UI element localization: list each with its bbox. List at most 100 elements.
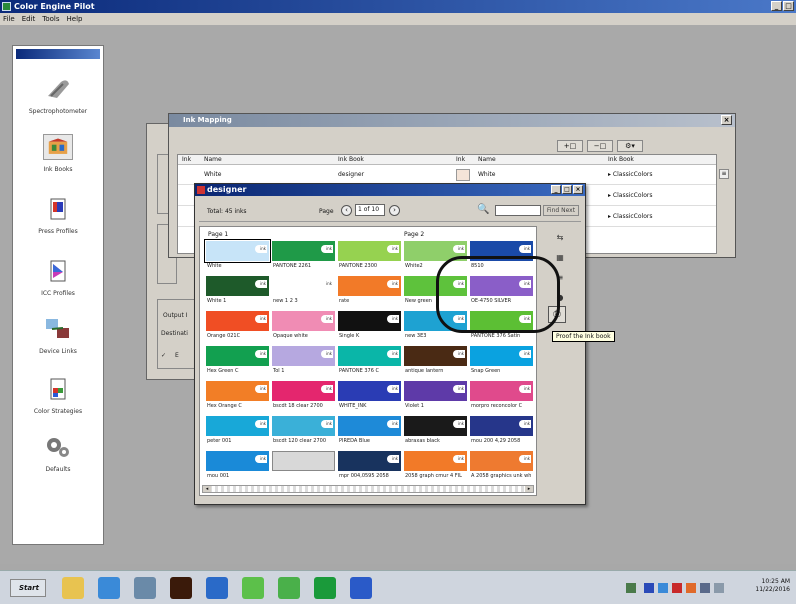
ink-swatch[interactable]: ink Snap Green xyxy=(470,346,535,378)
tray-display-icon[interactable] xyxy=(700,583,710,593)
swatch-name: 2058 graph cmur 4 FIL xyxy=(405,473,462,479)
find-next-button[interactable]: Find Next xyxy=(543,205,579,216)
ink-swatch[interactable]: ink abraxas black xyxy=(404,416,469,448)
swatch-color: ink xyxy=(338,451,401,471)
ink-swatch[interactable]: ink White 1 xyxy=(206,276,271,308)
green-app-1-icon[interactable] xyxy=(242,577,264,599)
minimize-button[interactable]: _ xyxy=(551,185,561,194)
ink-swatch[interactable]: ink Opaque white xyxy=(272,311,337,343)
maximize-button[interactable]: □ xyxy=(562,185,572,194)
search-input[interactable] xyxy=(495,205,541,216)
swatch-name: mou 001 xyxy=(207,473,230,479)
horizontal-scrollbar[interactable]: ◂ ▸ xyxy=(202,485,534,493)
color-engine-icon[interactable] xyxy=(314,577,336,599)
tray-power-icon[interactable] xyxy=(686,583,696,593)
ink-swatch[interactable]: ink antique lantern xyxy=(404,346,469,378)
ink-swatch[interactable]: ink peter 001 xyxy=(206,416,271,448)
tray-m-icon[interactable] xyxy=(644,583,654,593)
add-button[interactable]: +□ xyxy=(557,140,583,152)
scroll-left-button[interactable]: ◂ xyxy=(203,486,211,492)
ink-tag-icon: ink xyxy=(255,350,267,358)
ink-swatch[interactable]: ink PANTONE 376 C xyxy=(338,346,403,378)
page-input[interactable]: 1 of 10 xyxy=(355,204,385,216)
ink-swatch[interactable]: ink Orange 021C xyxy=(206,311,271,343)
tray-app-icon[interactable] xyxy=(626,583,636,593)
maximize-button[interactable]: □ xyxy=(783,1,794,11)
table-row[interactable]: White designer White ▸ ClassicColors xyxy=(178,165,716,185)
search-icon[interactable]: 🔍 xyxy=(477,204,489,215)
ink-swatch[interactable]: ink PANTONE 2300 xyxy=(338,241,403,273)
arrange-icon[interactable]: ⇆ xyxy=(551,232,569,244)
ink-swatch[interactable]: ink bscdt 18 clear 2700 xyxy=(272,381,337,413)
swatch-name: WHITE_INK xyxy=(339,403,367,409)
ink-swatch[interactable]: ink 2058 graph cmur 4 FIL xyxy=(404,451,469,483)
ink-swatch[interactable]: ink Hex Orange C xyxy=(206,381,271,413)
ink-swatch[interactable]: ink mou 200 4,29 2058 xyxy=(470,416,535,448)
sidebar-item-icc-profiles[interactable]: ICC Profiles xyxy=(13,258,103,297)
ink-swatch[interactable]: ink Hex Green C xyxy=(206,346,271,378)
swatch-color: ink xyxy=(272,241,335,261)
ink-swatch[interactable]: ink PANTONE 2261 xyxy=(272,241,337,273)
color-app-icon[interactable] xyxy=(206,577,228,599)
ink-swatch[interactable]: ink new 1 2 3 xyxy=(272,276,337,308)
menu-file[interactable]: File xyxy=(3,15,15,23)
illustrator-icon[interactable] xyxy=(170,577,192,599)
close-button[interactable]: × xyxy=(573,185,583,194)
ink-swatch[interactable]: ink Tol 1 xyxy=(272,346,337,378)
remove-button[interactable]: −□ xyxy=(587,140,613,152)
ink-swatch[interactable] xyxy=(272,451,337,483)
next-page-button[interactable]: › xyxy=(389,205,400,216)
media-icon[interactable] xyxy=(98,577,120,599)
page-1-label: Page 1 xyxy=(208,231,229,238)
ink-swatch[interactable]: ink WHITE_INK xyxy=(338,381,403,413)
ink-tag-icon: ink xyxy=(387,350,399,358)
ink-swatch[interactable]: ink Single K xyxy=(338,311,403,343)
ink-tag-icon: ink xyxy=(387,280,399,288)
ink-tag-icon: ink xyxy=(255,385,267,393)
swatch-color: ink xyxy=(272,276,335,296)
ink-tag-icon: ink xyxy=(519,420,531,428)
menu-help[interactable]: Help xyxy=(67,15,83,23)
sidebar-item-device-links[interactable]: Device Links xyxy=(13,316,103,355)
grid-view-icon[interactable]: ▦ xyxy=(551,252,569,264)
network-icon[interactable] xyxy=(134,577,156,599)
help-icon[interactable] xyxy=(350,577,372,599)
ink-swatch[interactable]: ink mpr 004,0595 2058 xyxy=(338,451,403,483)
file-explorer-icon[interactable] xyxy=(62,577,84,599)
ink-tag-icon: ink xyxy=(519,350,531,358)
clock[interactable]: 10:25 AM 11/22/2016 xyxy=(755,578,790,594)
gear-icon[interactable]: ⚙▾ xyxy=(617,140,643,152)
scroll-right-button[interactable]: ▸ xyxy=(525,486,533,492)
ink-swatch[interactable]: ink PIREDA Blue xyxy=(338,416,403,448)
ink-swatch[interactable]: ink A 2058 graphics unk wh xyxy=(470,451,535,483)
system-tray: 10:25 AM 11/22/2016 xyxy=(606,576,792,600)
expand-button[interactable]: ≡ xyxy=(719,169,729,179)
tray-volume-icon[interactable] xyxy=(714,583,724,593)
swatch-color: ink xyxy=(404,346,467,366)
ink-swatch[interactable]: ink rate xyxy=(338,276,403,308)
tray-alert-icon[interactable] xyxy=(672,583,682,593)
ink-swatch[interactable]: ink morpro reconcolor C xyxy=(470,381,535,413)
sidebar-item-spectrophotometer[interactable]: Spectrophotometer xyxy=(13,76,103,115)
sidebar-item-color-strategies[interactable]: Color Strategies xyxy=(13,376,103,415)
ink-tag-icon: ink xyxy=(321,245,333,253)
prev-page-button[interactable]: ‹ xyxy=(341,205,352,216)
ink-swatch[interactable]: ink bscdt 120 clear 2700 xyxy=(272,416,337,448)
sidebar-item-defaults[interactable]: Defaults xyxy=(13,434,103,473)
menu-edit[interactable]: Edit xyxy=(22,15,36,23)
sidebar-item-ink-books[interactable]: Ink Books xyxy=(13,134,103,173)
check-box[interactable]: ✓ xyxy=(161,352,166,359)
swatch-name: Violet 1 xyxy=(405,403,424,409)
swatch-name: antique lantern xyxy=(405,368,444,374)
ink-swatch[interactable]: ink White xyxy=(204,239,271,273)
tray-network-icon[interactable] xyxy=(658,583,668,593)
ink-swatch[interactable]: ink mou 001 xyxy=(206,451,271,483)
close-icon[interactable]: × xyxy=(721,115,732,125)
ink-swatch[interactable]: ink Violet 1 xyxy=(404,381,469,413)
sidebar-item-press-profiles[interactable]: Press Profiles xyxy=(13,196,103,235)
minimize-button[interactable]: _ xyxy=(771,1,782,11)
menu-tools[interactable]: Tools xyxy=(42,15,59,23)
swatch-name: new 3E3 xyxy=(405,333,427,339)
start-button[interactable]: Start xyxy=(10,579,46,597)
green-app-2-icon[interactable] xyxy=(278,577,300,599)
